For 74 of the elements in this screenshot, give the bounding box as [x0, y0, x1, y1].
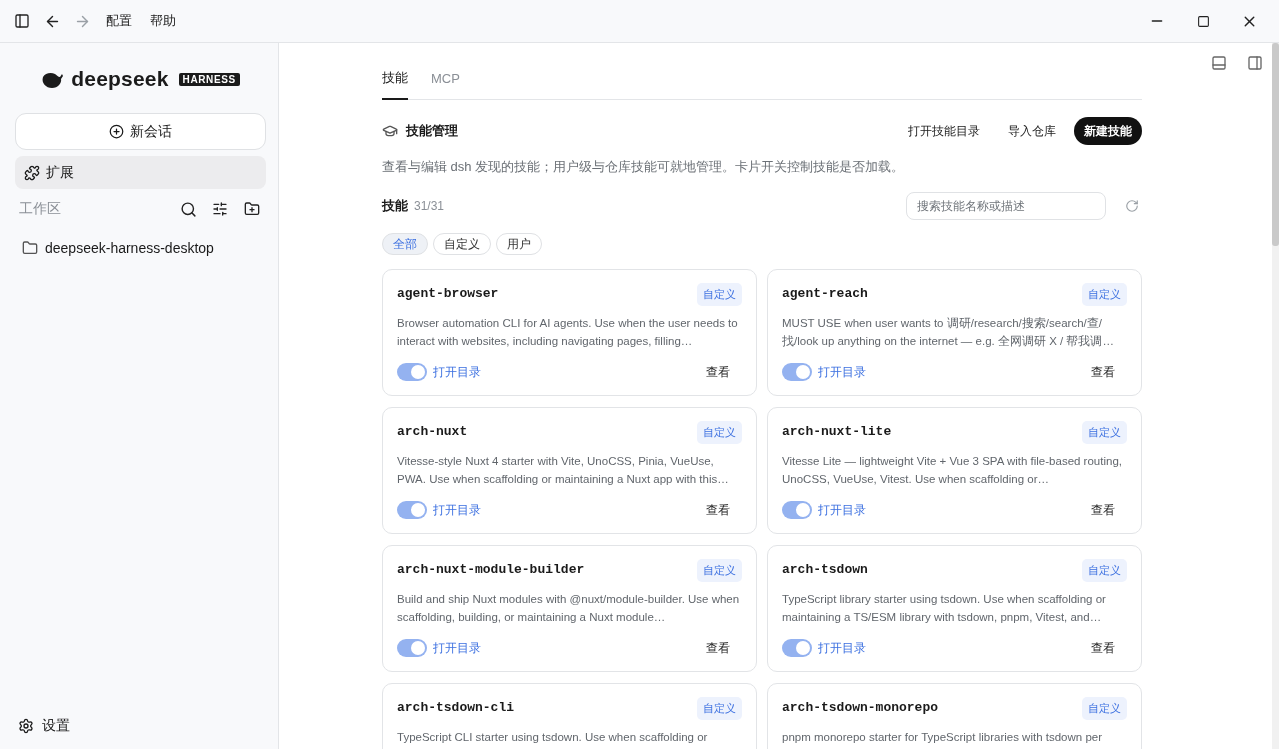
filter-chip[interactable]: 全部 [382, 233, 428, 255]
action-button[interactable]: 打开技能目录 [898, 117, 990, 145]
skill-description: Build and ship Nuxt modules with @nuxt/module-builder. Use when scaffolding, building, or maintaining a Nuxt module… [397, 592, 741, 625]
logo-badge: HARNESS [178, 72, 240, 86]
view-button[interactable]: 查看 [1079, 363, 1127, 381]
skill-description: Browser automation CLI for AI agents. Use when the user needs to interact with websites, including navigating pages, filling… [397, 316, 739, 349]
skill-tag: 自定义 [697, 697, 742, 720]
puzzle-icon [24, 164, 40, 181]
open-folder-link[interactable]: 打开目录 [433, 363, 688, 381]
skill-name: arch-tsdown [782, 561, 868, 577]
open-folder-link[interactable]: 打开目录 [818, 639, 1073, 657]
nav-item[interactable]: 扩展 [15, 156, 266, 189]
logo-wordmark: deepseek [71, 67, 169, 91]
menu-item[interactable]: 帮助 [146, 12, 180, 30]
skill-description: Vitesse Lite — lightweight Vite + Vue 3 SPA with file-based routing, UnoCSS, VueUse, Vitest. Use when scaffolding or… [782, 454, 1123, 487]
sidebar-toggle-icon[interactable] [12, 11, 32, 31]
skill-tag: 自定义 [1082, 421, 1127, 444]
menu-item[interactable]: 配置 [102, 12, 136, 30]
action-button[interactable]: 新建技能 [1074, 117, 1142, 145]
toggle-switch[interactable] [782, 363, 812, 381]
skill-tag: 自定义 [697, 421, 742, 444]
view-button[interactable]: 查看 [1079, 639, 1127, 657]
toggle-switch[interactable] [397, 639, 427, 657]
section-title: 技能管理 [406, 122, 459, 140]
section-label: 工作区 [19, 200, 62, 218]
toggle-switch[interactable] [397, 501, 427, 519]
skill-name: arch-tsdown-monorepo [782, 699, 939, 715]
skill-name: arch-nuxt-lite [782, 423, 892, 439]
skill-name: agent-reach [782, 285, 868, 301]
panel-right-icon[interactable] [1245, 53, 1265, 73]
folder-icon [22, 240, 38, 256]
search-icon[interactable] [178, 199, 198, 219]
skill-description: MUST USE when user wants to 调研/research/搜索/search/查/找/look up anything on the internet — e.g. 全网调研 X / 帮我调… [782, 316, 1115, 349]
skill-name: agent-browser [397, 285, 499, 301]
skill-tag: 自定义 [697, 559, 742, 582]
action-button[interactable]: 导入仓库 [998, 117, 1066, 145]
view-button[interactable]: 查看 [694, 639, 742, 657]
skill-name: arch-tsdown-cli [397, 699, 515, 715]
open-folder-link[interactable]: 打开目录 [433, 501, 688, 519]
skill-description: Vitesse-style Nuxt 4 starter with Vite, UnoCSS, Pinia, VueUse, PWA. Use when scaffolding or maintaining a Nuxt app with this… [397, 454, 730, 487]
new-chat-button[interactable]: 新会话 [15, 113, 266, 150]
graduation-cap-icon [382, 123, 398, 139]
skills-count: 31/31 [414, 199, 446, 213]
skill-description: TypeScript library starter using tsdown. Use when scaffolding or maintaining a TS/ESM library with tsdown, pnpm, Vitest, and… [782, 592, 1107, 625]
toggle-switch[interactable] [397, 363, 427, 381]
scrollbar[interactable] [1272, 43, 1279, 749]
settings-button[interactable]: 设置 [15, 717, 266, 735]
toggle-switch[interactable] [782, 639, 812, 657]
open-folder-link[interactable]: 打开目录 [818, 363, 1073, 381]
skills-title: 技能 [382, 197, 408, 215]
skill-name: arch-nuxt [397, 423, 468, 439]
folder-item[interactable]: deepseek-harness-desktop [15, 229, 266, 267]
open-folder-link[interactable]: 打开目录 [818, 501, 1073, 519]
tab[interactable]: 技能 [382, 69, 408, 100]
skill-tag: 自定义 [1082, 283, 1127, 306]
description-text: 查看与编辑 dsh 发现的技能；用户级与仓库技能可就地管理。卡片开关控制技能是否加载。 [382, 158, 906, 176]
skill-tag: 自定义 [697, 283, 742, 306]
view-button[interactable]: 查看 [694, 363, 742, 381]
filter-chip[interactable]: 用户 [496, 233, 542, 255]
skill-description: TypeScript CLI starter using tsdown. Use when scaffolding or [397, 730, 709, 745]
settings-icon [18, 718, 34, 734]
skill-tag: 自定义 [1082, 559, 1127, 582]
search-field[interactable]: 搜索技能名称或描述 [906, 192, 1106, 220]
skill-tag: 自定义 [1082, 697, 1127, 720]
filter-chip[interactable]: 自定义 [433, 233, 491, 255]
skill-description: pnpm monorepo starter for TypeScript libraries with tsdown per [782, 730, 1103, 745]
toggle-switch[interactable] [782, 501, 812, 519]
plus-circle-icon [109, 124, 124, 139]
panel-bottom-icon[interactable] [1209, 53, 1229, 73]
view-button[interactable]: 查看 [694, 501, 742, 519]
filter-icon[interactable] [210, 199, 230, 219]
skill-name: arch-nuxt-module-builder [397, 561, 585, 577]
open-folder-link[interactable]: 打开目录 [433, 639, 688, 657]
view-button[interactable]: 查看 [1079, 501, 1127, 519]
